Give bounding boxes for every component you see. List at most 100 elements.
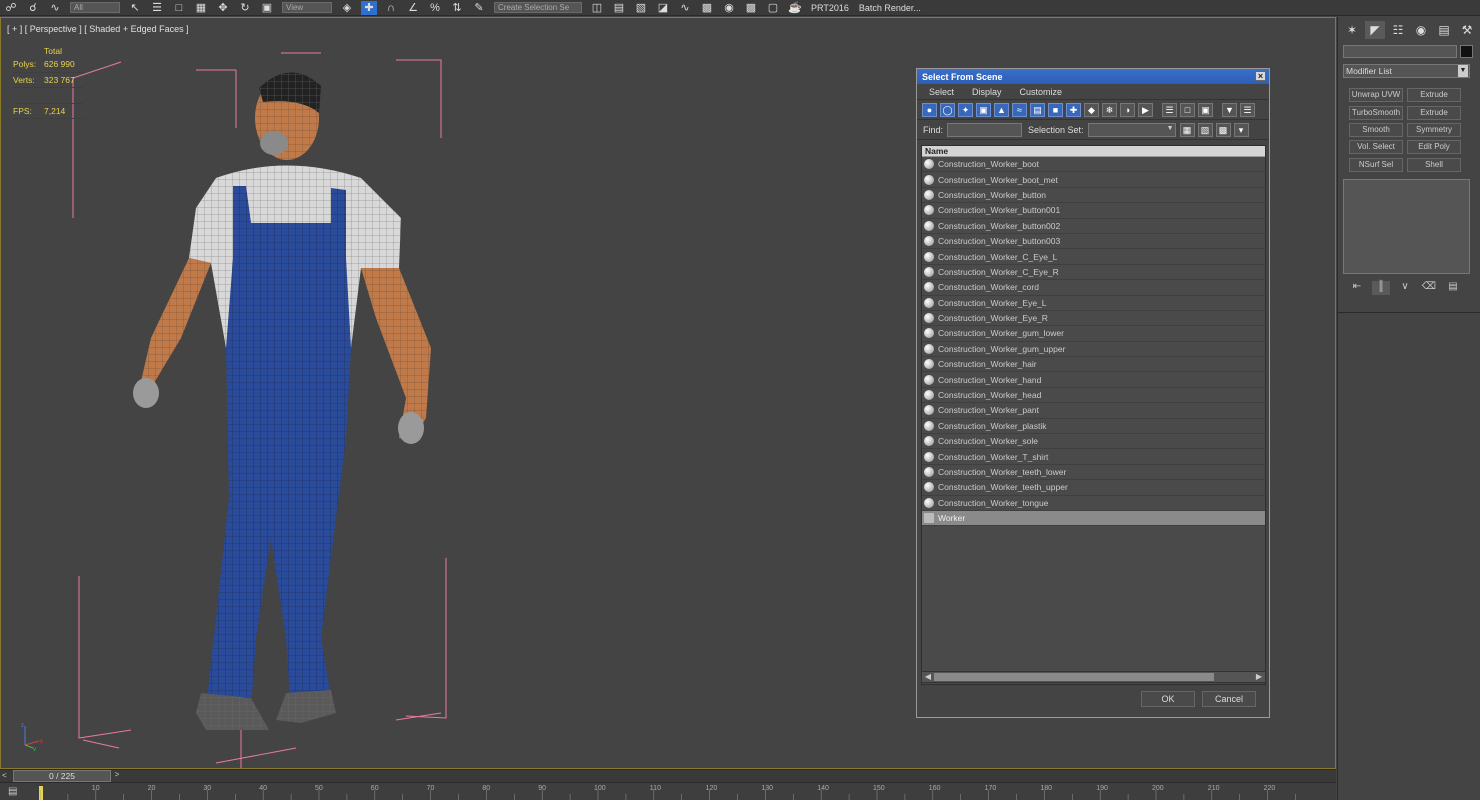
menu-display[interactable]: Display [968, 87, 1006, 97]
display-helpers-icon[interactable]: ▲ [994, 102, 1009, 117]
reference-coord-dropdown[interactable]: View [282, 2, 332, 13]
modifier-button-extrude-2[interactable]: Extrude [1407, 106, 1461, 120]
object-name-field[interactable] [1343, 45, 1457, 58]
list-item[interactable]: Construction_Worker_boot [922, 157, 1265, 173]
menu-select[interactable]: Select [925, 87, 958, 97]
display-xrefs-icon[interactable]: ■ [1048, 102, 1063, 117]
list-item[interactable]: Construction_Worker_boot_met [922, 172, 1265, 188]
list-item[interactable]: Construction_Worker_hair [922, 357, 1265, 373]
named-selection-dropdown[interactable]: Create Selection Se [494, 2, 582, 13]
display-shapes-icon[interactable]: ◯ [940, 102, 955, 117]
list-item[interactable]: Construction_Worker_tongue [922, 496, 1265, 511]
material-editor-icon[interactable]: ◉ [721, 1, 737, 15]
trackbar[interactable]: ▤ 10 20 30 40 50 60 70 80 90 100 110 120 130 140 150 16… [0, 782, 1336, 800]
graphite-tools-icon[interactable]: ◪ [655, 1, 671, 15]
display-spacewarps-icon[interactable]: ≈ [1012, 102, 1027, 117]
rotate-icon[interactable]: ↻ [237, 1, 253, 15]
modifier-button-vol-select[interactable]: Vol. Select [1349, 140, 1403, 154]
name-column-header[interactable]: Name [922, 146, 1265, 157]
percent-snap-icon[interactable]: % [427, 1, 443, 15]
list-item[interactable]: Construction_Worker_Eye_L [922, 296, 1265, 311]
modifier-button-symmetry[interactable]: Symmetry [1407, 123, 1461, 137]
filter-icon[interactable]: ▼ [1222, 102, 1237, 117]
select-all-icon[interactable]: ☰ [1162, 102, 1177, 117]
display-lights-icon[interactable]: ✦ [958, 102, 973, 117]
add-to-selection-set-icon[interactable]: ▧ [1197, 122, 1213, 137]
rendered-frame-icon[interactable]: ▢ [765, 1, 781, 15]
list-item[interactable]: Construction_Worker_cord [922, 280, 1265, 296]
hierarchy-tab-icon[interactable]: ☷ [1388, 21, 1408, 39]
list-item[interactable]: Construction_Worker_gum_lower [922, 326, 1265, 342]
pivot-center-icon[interactable]: ◈ [339, 1, 355, 15]
modifier-stack[interactable] [1343, 179, 1470, 274]
select-and-link-icon[interactable]: ☍ [3, 1, 19, 15]
rect-selection-icon[interactable]: □ [171, 1, 187, 15]
list-item[interactable]: Construction_Worker_C_Eye_R [922, 265, 1265, 281]
remove-modifier-icon[interactable]: ⌫ [1420, 281, 1438, 295]
window-crossing-icon[interactable]: ▦ [193, 1, 209, 15]
list-item[interactable]: Construction_Worker_Eye_R [922, 311, 1265, 327]
schematic-view-icon[interactable]: ▩ [699, 1, 715, 15]
list-item[interactable]: Construction_Worker_pant [922, 403, 1265, 419]
list-item[interactable]: Construction_Worker_button001 [922, 203, 1265, 219]
list-item[interactable]: Construction_Worker_head [922, 388, 1265, 404]
select-object-icon[interactable]: ↖ [127, 1, 143, 15]
list-item[interactable]: Construction_Worker_button002 [922, 219, 1265, 234]
cancel-button[interactable]: Cancel [1202, 691, 1256, 707]
snap-toggle-icon[interactable]: ∩ [383, 1, 399, 15]
display-all-icon[interactable]: ▶ [1138, 102, 1153, 117]
list-item[interactable]: Construction_Worker_teeth_lower [922, 465, 1265, 481]
display-cameras-icon[interactable]: ▣ [976, 102, 991, 117]
project-label[interactable]: PRT2016 [811, 3, 849, 13]
motion-tab-icon[interactable]: ◉ [1411, 21, 1431, 39]
selection-set-dropdown[interactable]: ▼ [1087, 122, 1176, 137]
list-item[interactable]: Construction_Worker_C_Eye_L [922, 249, 1265, 265]
dialog-titlebar[interactable]: Select From Scene × [917, 69, 1269, 84]
bind-space-warp-icon[interactable]: ∿ [47, 1, 63, 15]
select-none-icon[interactable]: □ [1180, 102, 1195, 117]
pin-stack-icon[interactable]: ⇤ [1348, 281, 1366, 295]
show-end-result-icon[interactable]: ║ [1372, 281, 1390, 295]
close-icon[interactable]: × [1255, 71, 1266, 81]
menu-customize[interactable]: Customize [1016, 87, 1067, 97]
ok-button[interactable]: OK [1141, 691, 1195, 707]
display-containers-icon[interactable]: ◆ [1084, 102, 1099, 117]
mirror-icon[interactable]: ◫ [589, 1, 605, 15]
time-slider[interactable]: < 0 / 225 > [0, 769, 1336, 782]
filter-options-icon[interactable]: ☰ [1240, 102, 1255, 117]
angle-snap-icon[interactable]: ∠ [405, 1, 421, 15]
display-geometry-icon[interactable]: ● [922, 102, 937, 117]
batch-render-button[interactable]: Batch Render... [859, 3, 921, 13]
select-manipulate-icon[interactable]: ✚ [361, 0, 377, 15]
curve-editor-toggle-icon[interactable]: ▤ [8, 786, 24, 798]
options-chevron-icon[interactable]: ▾ [1233, 122, 1249, 137]
scene-object-list[interactable]: Name Construction_Worker_boot Constructio… [921, 145, 1266, 685]
render-icon[interactable]: ☕ [787, 1, 803, 15]
list-item[interactable]: Construction_Worker_button003 [922, 234, 1265, 250]
display-bones-icon[interactable]: ✚ [1066, 102, 1081, 117]
display-hidden-icon[interactable]: ◑ [1120, 102, 1135, 117]
modify-tab-icon[interactable]: ◤ [1365, 21, 1385, 39]
modifier-button-edit-poly[interactable]: Edit Poly [1407, 140, 1461, 154]
remove-from-selection-set-icon[interactable]: ▩ [1215, 122, 1231, 137]
list-item[interactable]: Construction_Worker_plastik [922, 419, 1265, 435]
display-frozen-icon[interactable]: ❄ [1102, 102, 1117, 117]
configure-modifier-sets-icon[interactable]: ▤ [1444, 281, 1462, 295]
select-by-name-icon[interactable]: ☰ [149, 1, 165, 15]
create-selection-set-icon[interactable]: ▦ [1179, 122, 1195, 137]
list-item[interactable]: Construction_Worker_hand [922, 372, 1265, 388]
scroll-right-icon[interactable]: ▶ [1254, 672, 1264, 682]
modifier-button-smooth[interactable]: Smooth [1349, 123, 1403, 137]
list-item[interactable]: Construction_Worker_teeth_upper [922, 480, 1265, 496]
scrollbar-thumb[interactable] [934, 673, 1214, 681]
align-icon[interactable]: ▤ [611, 1, 627, 15]
list-item[interactable]: Construction_Worker_sole [922, 434, 1265, 450]
create-tab-icon[interactable]: ✶ [1342, 21, 1362, 39]
prev-frame-icon[interactable]: < [2, 771, 12, 781]
layer-manager-icon[interactable]: ▧ [633, 1, 649, 15]
scroll-left-icon[interactable]: ◀ [923, 672, 933, 682]
display-tab-icon[interactable]: ▤ [1434, 21, 1454, 39]
viewport-label[interactable]: [ + ] [ Perspective ] [ Shaded + Edged F… [7, 24, 189, 34]
list-item-group[interactable]: Worker [922, 510, 1265, 527]
list-item[interactable]: Construction_Worker_button [922, 188, 1265, 204]
